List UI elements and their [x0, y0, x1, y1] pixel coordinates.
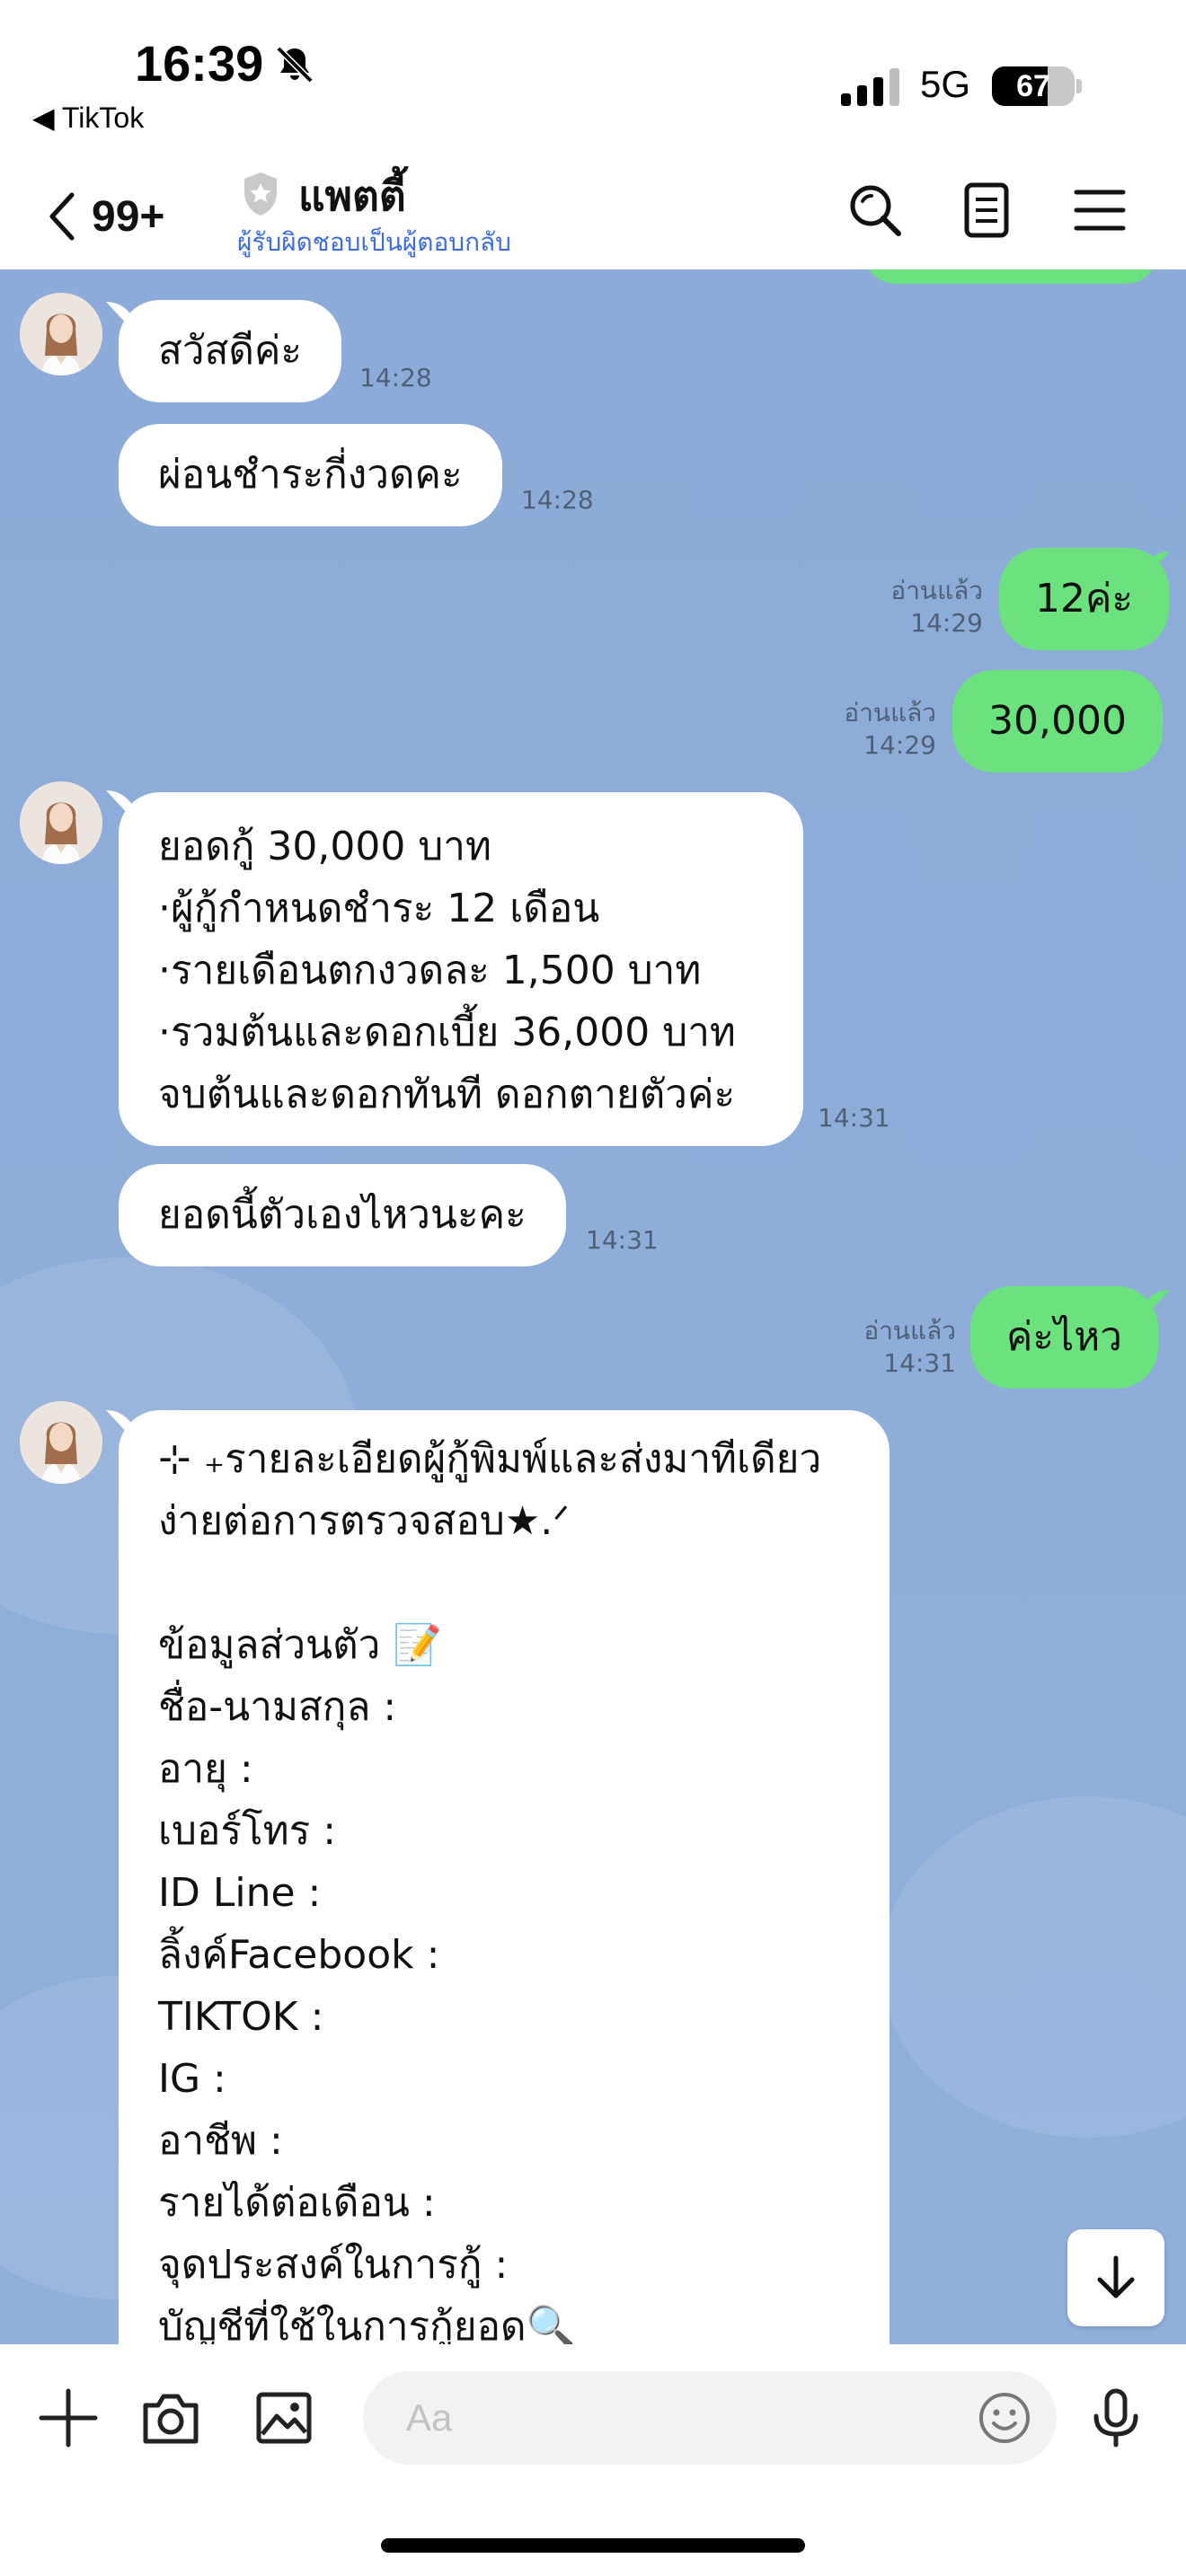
message-line: อาชีพ : [158, 2118, 283, 2164]
message-line: ⊹ ₊รายละเอียดผู้กู้พิมพ์และส่งมาทีเดียว [158, 1436, 822, 1482]
status-time: 16:39 [135, 35, 264, 92]
message-line: TIKTOK : [158, 1994, 324, 2040]
network-type: 5G [920, 63, 971, 105]
battery-nub [1076, 79, 1082, 93]
message-input[interactable] [406, 2371, 945, 2465]
message-line: ·รวมต้นและดอกเบี้ย 36,000 บาท [158, 1010, 736, 1055]
message-read-status: อ่านแล้ว 14:29 [881, 575, 983, 640]
status-bar: 16:39 ◀ TikTok 5G 67 [0, 0, 1186, 144]
back-to-app-link[interactable]: ◀ TikTok [32, 101, 144, 135]
message-read-status: อ่านแล้ว 14:29 [836, 697, 936, 762]
message-read-status: อ่านแล้ว 14:31 [854, 1315, 956, 1380]
message-bubble[interactable]: สวัสดีค่ะ [119, 300, 342, 402]
message-line: ID Line : [158, 1870, 322, 1916]
message-line: ชื่อ-นามสกุล : [158, 1684, 397, 1730]
chat-subtitle: ผู้รับผิดชอบเป็นผู้ตอบกลับ [237, 227, 511, 257]
chat-title[interactable]: แพตตี้ [298, 163, 406, 229]
message-line: ยอดกู้ 30,000 บาท [158, 824, 491, 869]
message-bubble[interactable]: ผ่อนชำระกี่งวดคะ [119, 424, 502, 526]
notes-icon[interactable] [956, 180, 1017, 241]
message-line: IG : [158, 2056, 226, 2102]
read-label: อ่านแล้ว [863, 1316, 956, 1345]
bubble-tail [1139, 551, 1170, 577]
avatar[interactable] [20, 1401, 102, 1484]
arrow-down-icon [1097, 2255, 1135, 2298]
message-bubble[interactable]: ยอดนี้ตัวเองไหวนะคะ [119, 1164, 566, 1266]
microphone-icon[interactable] [1084, 2386, 1148, 2450]
message-line [158, 1552, 850, 1614]
message-input-container[interactable] [363, 2371, 1057, 2465]
chat-area[interactable]: สวัสดีค่ะ 14:28 ผ่อนชำระกี่งวดคะ 14:28 อ… [0, 269, 1186, 2344]
message-time: 14:31 [818, 1103, 890, 1133]
plus-icon[interactable] [36, 2386, 101, 2450]
message-bubble[interactable]: ค่ะไหว [970, 1286, 1158, 1389]
avatar[interactable] [20, 293, 102, 375]
chevron-left-icon [49, 192, 75, 241]
message-line: รายได้ต่อเดือน : [158, 2180, 436, 2226]
search-icon[interactable] [845, 180, 906, 241]
message-time: 14:29 [910, 608, 983, 638]
camera-icon[interactable] [138, 2386, 203, 2450]
read-label: อ่านแล้ว [844, 698, 936, 728]
message-line: บัญชีที่ใช้ในการกู้ยอด🔍 [158, 2304, 576, 2344]
bubble-tail [1139, 1290, 1170, 1315]
message-bubble[interactable]: 30,000 [952, 670, 1163, 772]
message-line: ·รายเดือนตกงวดละ 1,500 บาท [158, 948, 702, 993]
signal-icon [841, 68, 899, 106]
avatar[interactable] [20, 781, 102, 864]
previous-message-bubble [863, 269, 1159, 284]
message-time: 14:31 [883, 1348, 956, 1378]
message-bubble[interactable]: ⊹ ₊รายละเอียดผู้กู้พิมพ์และส่งมาทีเดียว … [119, 1410, 890, 2344]
background-cloud [881, 1796, 1186, 2138]
emoji-icon[interactable] [978, 2391, 1031, 2445]
message-bubble[interactable]: ยอดกู้ 30,000 บาท ·ผู้กู้กำหนดชำระ 12 เด… [119, 792, 803, 1146]
read-label: อ่านแล้ว [890, 576, 983, 605]
message-line: ข้อมูลส่วนตัว 📝 [158, 1622, 443, 1668]
home-indicator [381, 2538, 805, 2553]
message-line: ·ผู้กู้กำหนดชำระ 12 เดือน [158, 886, 600, 931]
shield-icon [244, 172, 277, 216]
message-time: 14:31 [586, 1225, 659, 1255]
message-line: จบต้นและดอกทันที ดอกตายตัวค่ะ [158, 1072, 736, 1117]
composer-bar [0, 2344, 1186, 2576]
message-line: ลิ้งค์Facebook : [158, 1932, 440, 1978]
battery-level: 67 [1016, 69, 1050, 103]
back-button[interactable]: 99+ [45, 185, 164, 248]
message-time: 14:29 [863, 730, 936, 760]
message-line: อายุ : [158, 1746, 253, 1792]
message-line: ง่ายต่อการตรวจสอบ★.ᐟ [158, 1498, 570, 1544]
bell-slash-icon [276, 46, 314, 84]
unread-count: 99+ [92, 192, 165, 241]
message-time: 14:28 [521, 485, 594, 515]
message-line: เบอร์โทร : [158, 1808, 337, 1854]
scroll-to-bottom-button[interactable] [1067, 2229, 1164, 2326]
image-icon[interactable] [252, 2386, 316, 2450]
menu-icon[interactable] [1069, 180, 1130, 241]
battery-icon: 67 [992, 66, 1075, 106]
message-time: 14:28 [359, 363, 432, 393]
chat-header: 99+ แพตตี้ ผู้รับผิดชอบเป็นผู้ตอบกลับ [0, 153, 1186, 269]
message-line: จุดประสงค์ในการกู้ : [158, 2242, 509, 2288]
